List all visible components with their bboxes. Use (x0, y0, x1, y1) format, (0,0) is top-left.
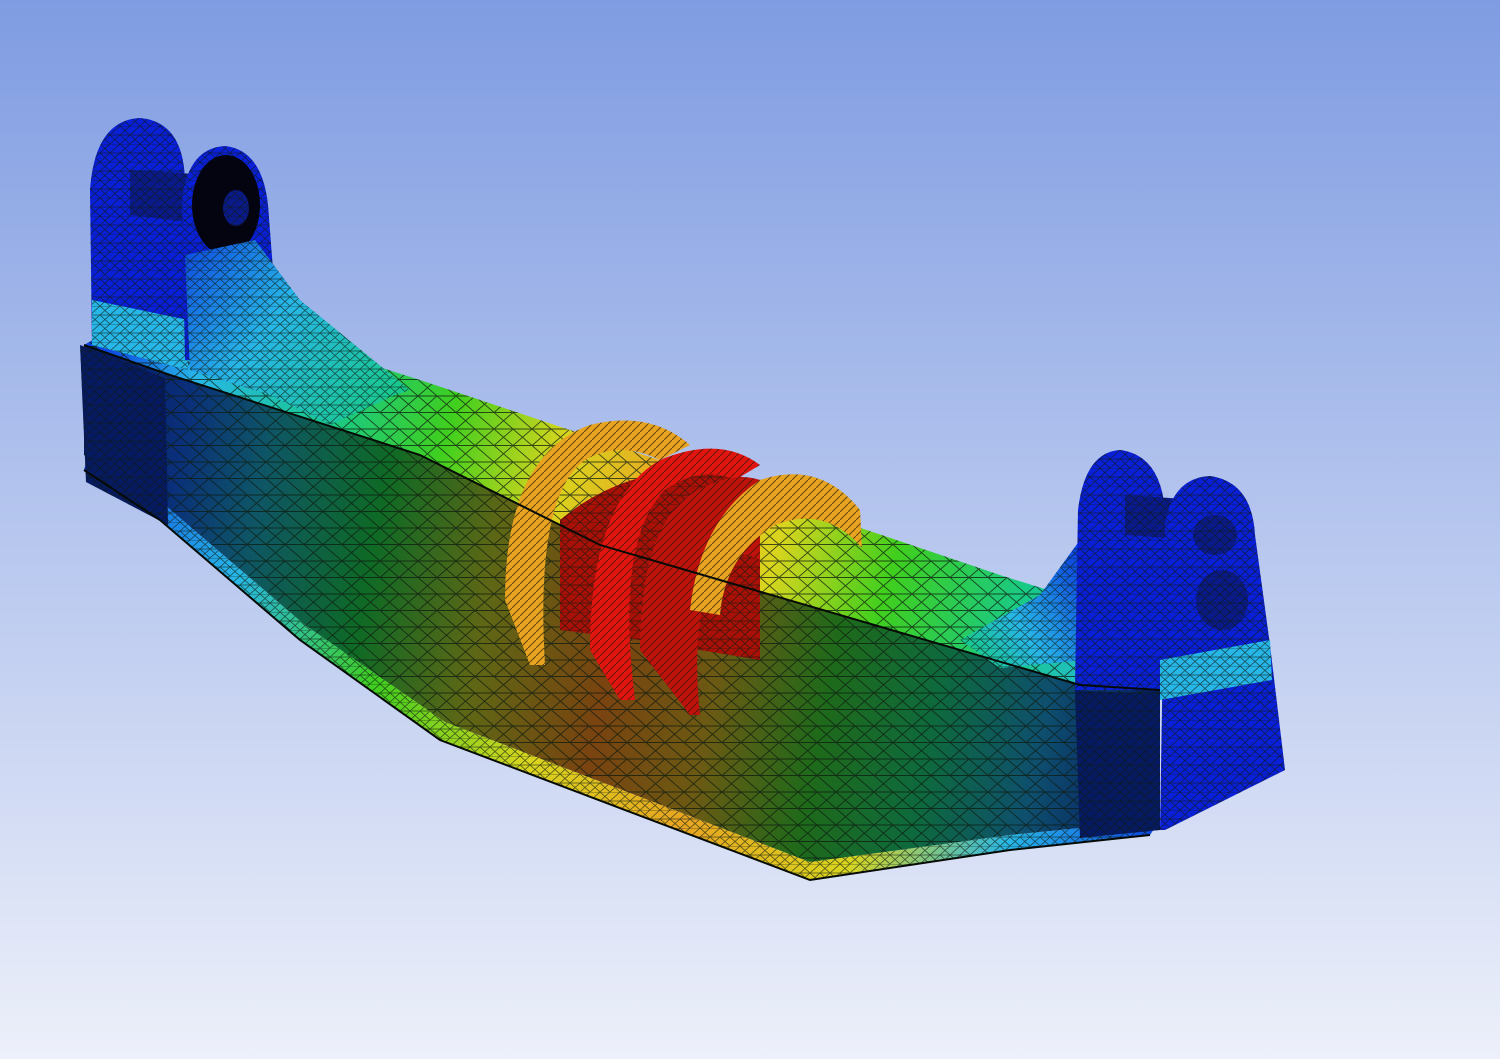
mesh-overlay (1193, 515, 1237, 555)
3d-viewport[interactable] (0, 0, 1500, 1059)
mesh-overlay (1196, 570, 1248, 630)
mesh-overlay (1075, 690, 1160, 838)
fea-model-scene[interactable] (0, 0, 1500, 1059)
mesh-overlay (1075, 450, 1165, 690)
mesh-overlay (223, 190, 249, 226)
